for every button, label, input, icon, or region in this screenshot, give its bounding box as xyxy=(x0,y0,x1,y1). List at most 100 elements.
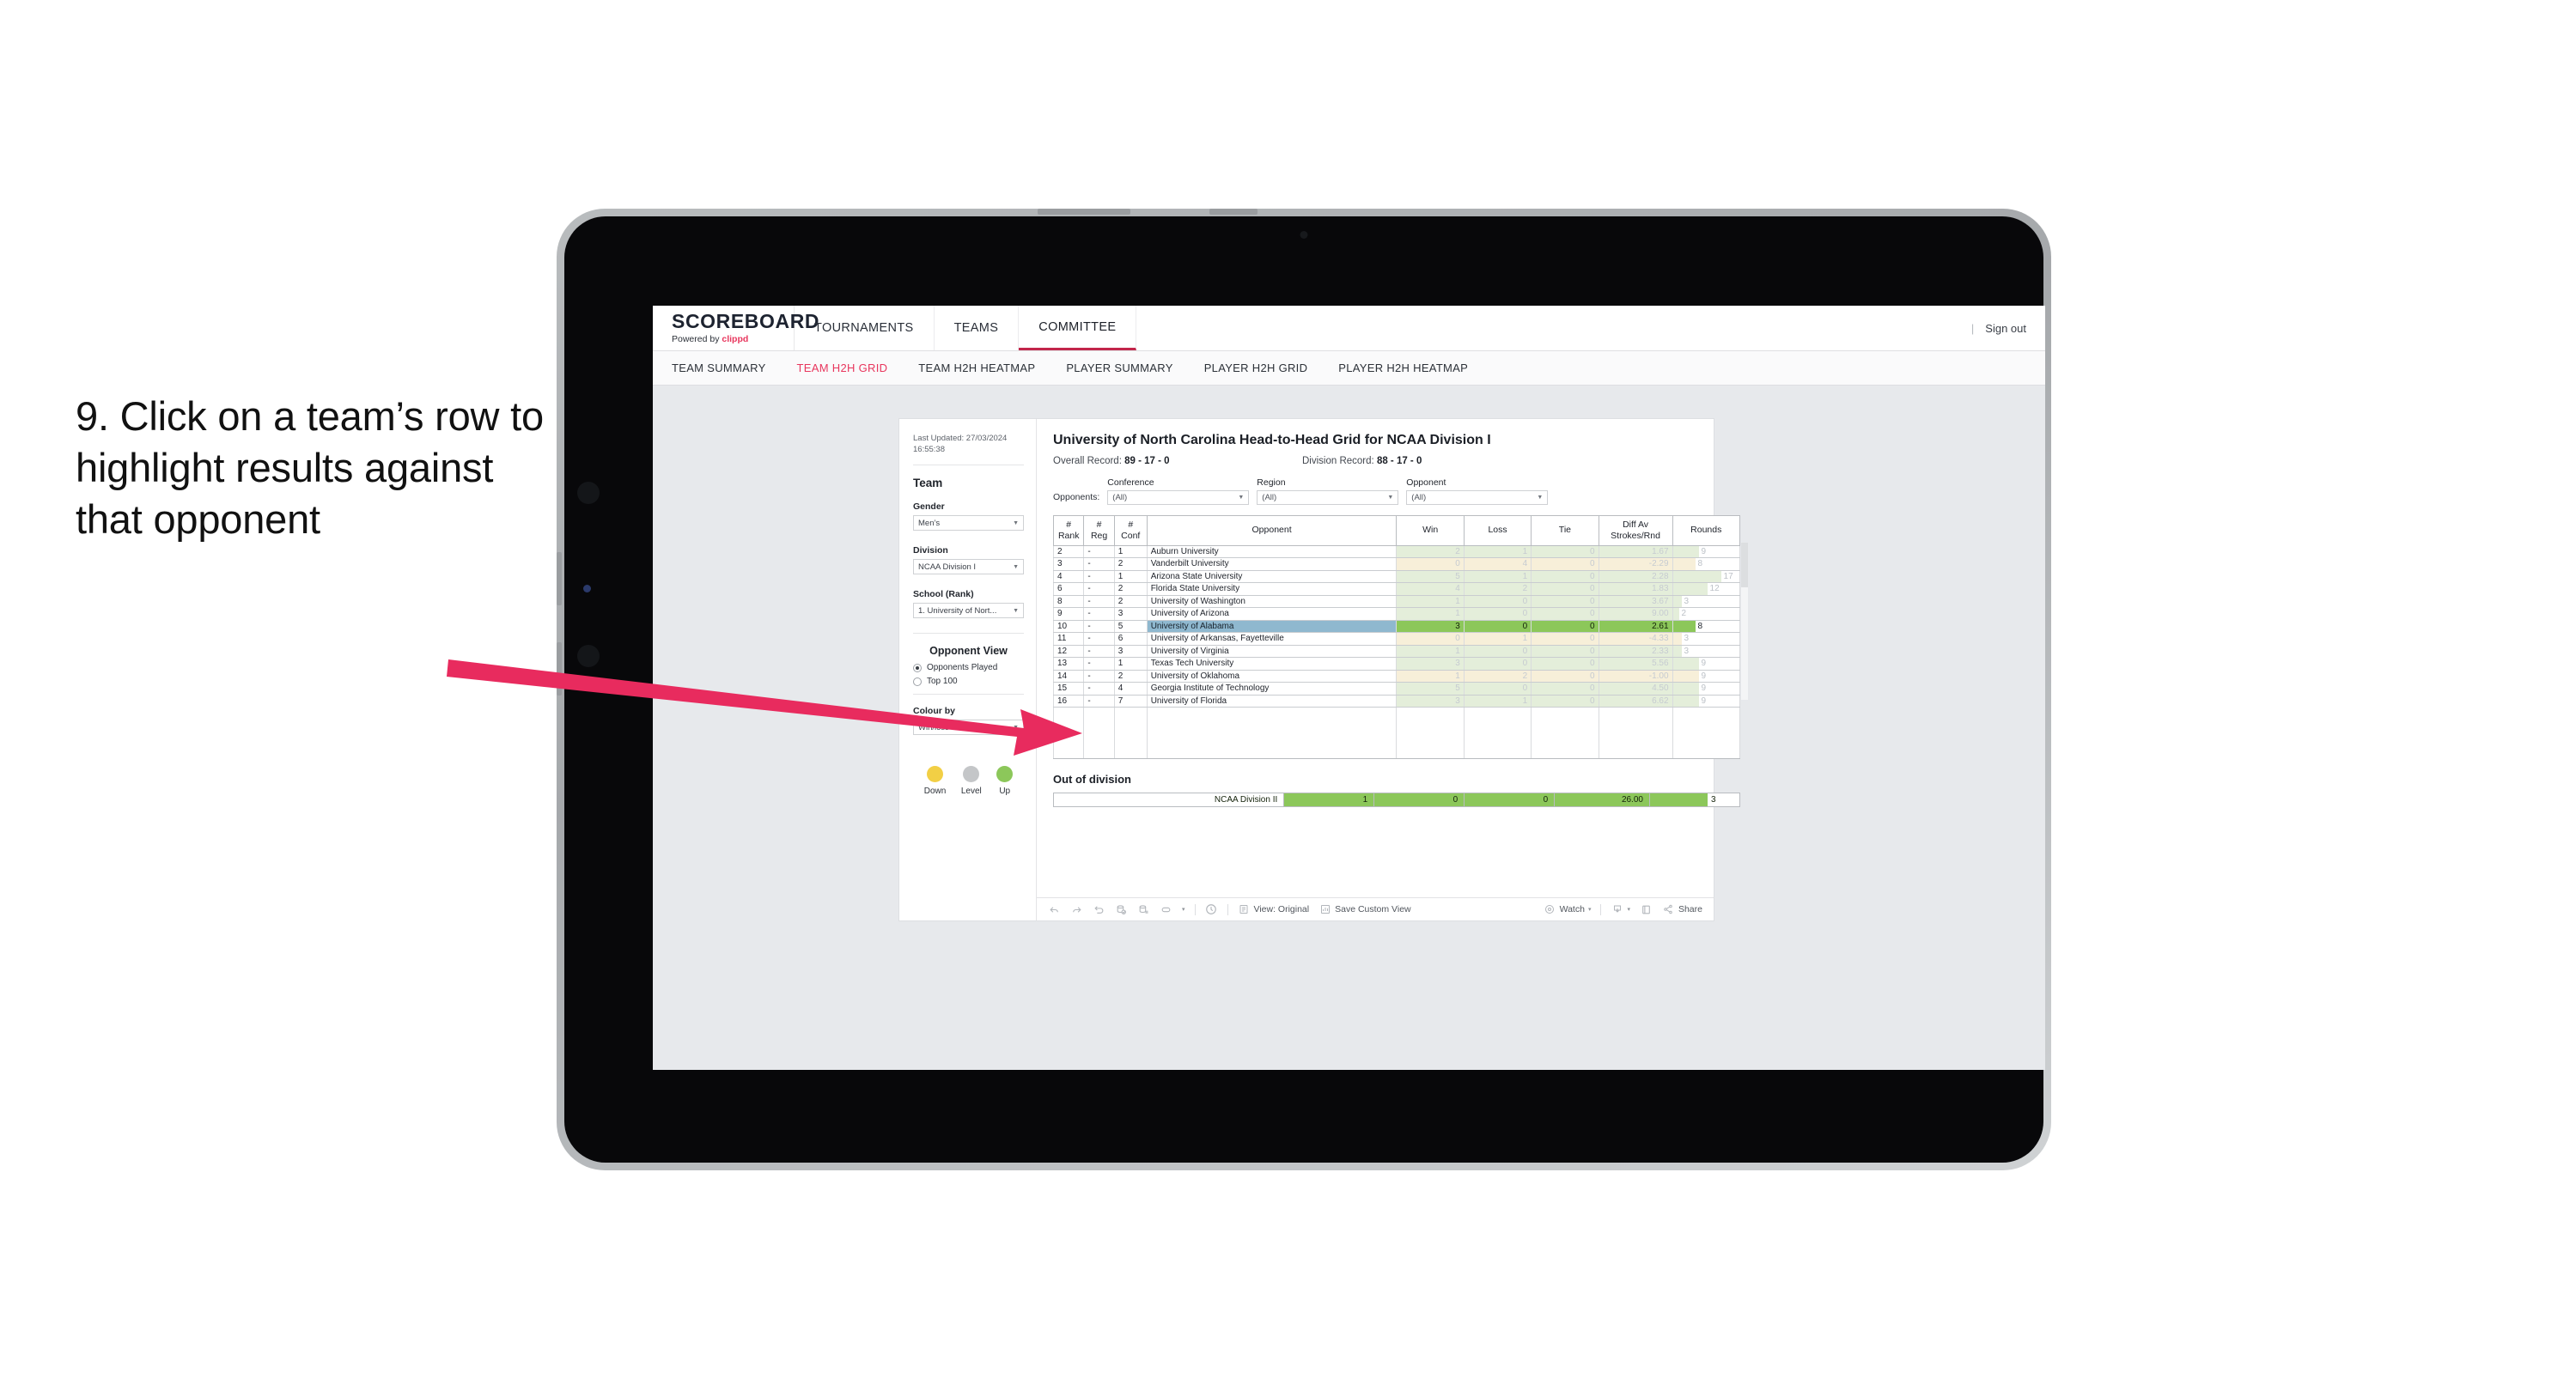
undo-icon[interactable] xyxy=(1048,903,1061,916)
topbar-right-group: | Sign out xyxy=(1971,306,2045,350)
school-select[interactable]: 1. University of Nort... ▼ xyxy=(913,603,1024,619)
subnav-item-player-h2h-heatmap[interactable]: PLAYER H2H HEATMAP xyxy=(1338,361,1488,374)
pause-auto-update-icon[interactable] xyxy=(1205,903,1218,916)
nav-item-committee[interactable]: COMMITTEE xyxy=(1019,306,1137,350)
table-empty-cell xyxy=(1531,707,1599,720)
nav-item-teams[interactable]: TEAMS xyxy=(935,306,1020,350)
subnav-item-team-h2h-heatmap[interactable]: TEAM H2H HEATMAP xyxy=(918,361,1055,374)
pause-data-icon[interactable] xyxy=(1137,903,1150,916)
chevron-down-icon: ▼ xyxy=(1537,495,1544,501)
cell-reg: - xyxy=(1083,557,1115,571)
table-empty-cell xyxy=(1531,745,1599,760)
legend-label-level: Level xyxy=(960,787,982,797)
division-select[interactable]: NCAA Division I ▼ xyxy=(913,559,1024,575)
out-of-division-row[interactable]: NCAA Division II 1 0 0 26.00 3 xyxy=(1052,793,1741,808)
table-row[interactable]: 11-6 University of Arkansas, Fayetteville… xyxy=(1052,632,1741,646)
table-empty-cell xyxy=(1598,745,1673,760)
topbar-separator: | xyxy=(1970,321,1975,335)
cell-rounds: 8 xyxy=(1672,620,1741,634)
table-empty-cell xyxy=(1463,732,1532,746)
chevron-down-icon[interactable]: ▾ xyxy=(1182,906,1185,913)
save-view-icon xyxy=(1318,903,1331,916)
sign-out-link[interactable]: Sign out xyxy=(1985,322,2026,335)
cell-rank: 12 xyxy=(1052,645,1085,659)
cell-reg: - xyxy=(1083,695,1115,708)
share-button[interactable]: Share xyxy=(1662,903,1702,916)
cell-rounds: 3 xyxy=(1672,645,1741,659)
cell-rounds: 12 xyxy=(1672,582,1741,596)
cell-tie: 0 xyxy=(1531,682,1599,696)
table-row[interactable]: 14-2 University of Oklahoma 1 2 0 -1.00 9 xyxy=(1052,670,1741,683)
cell-opponent: University of Alabama xyxy=(1146,620,1398,634)
cell-conf: 1 xyxy=(1113,570,1148,584)
subnav-item-team-summary[interactable]: TEAM SUMMARY xyxy=(672,361,786,374)
table-empty-cell xyxy=(1113,720,1148,733)
head-to-head-table: # Rank # Reg # Conf Opponent Win Loss Tie D… xyxy=(1052,515,1741,760)
cell-reg: - xyxy=(1083,620,1115,634)
gender-label: Gender xyxy=(913,501,945,513)
cell-conf: 5 xyxy=(1113,620,1148,634)
rounds-value: 9 xyxy=(1701,671,1707,681)
view-original-button[interactable]: View: Original xyxy=(1238,903,1309,916)
table-row[interactable]: 12-3 University of Virginia 1 0 0 2.33 3 xyxy=(1052,645,1741,659)
cell-diff: 1.83 xyxy=(1598,582,1673,596)
conf-hash: # xyxy=(1128,519,1134,530)
table-scrollbar[interactable] xyxy=(1741,543,1748,700)
region-filter-select[interactable]: (All) ▼ xyxy=(1257,490,1399,505)
subnav-item-team-h2h-grid[interactable]: TEAM H2H GRID xyxy=(797,361,908,374)
cell-rounds: 3 xyxy=(1672,632,1741,646)
cell-tie: 0 xyxy=(1531,544,1599,559)
cell-rank: 14 xyxy=(1052,670,1085,683)
table-row[interactable]: 9-3 University of Arizona 1 0 0 9.00 2 xyxy=(1052,607,1741,621)
table-empty-cell xyxy=(1463,745,1532,760)
nav-item-tournaments[interactable]: TOURNAMENTS xyxy=(795,306,935,350)
table-header-row: # Rank # Reg # Conf Opponent Win Loss Tie D… xyxy=(1052,515,1741,546)
radio-opponents-played[interactable]: Opponents Played xyxy=(913,663,1024,672)
subnav-item-player-h2h-grid[interactable]: PLAYER H2H GRID xyxy=(1204,361,1328,374)
cell-loss: 1 xyxy=(1463,570,1532,584)
rounds-value: 17 xyxy=(1723,571,1733,581)
ood-rounds-value: 3 xyxy=(1710,795,1716,805)
table-row[interactable]: 4-1 Arizona State University 5 1 0 2.28 17 xyxy=(1052,570,1741,584)
table-empty-cell xyxy=(1598,720,1673,733)
cell-win: 5 xyxy=(1396,570,1465,584)
conference-filter-select[interactable]: (All) ▼ xyxy=(1107,490,1250,505)
download-button[interactable]: ▾ xyxy=(1611,903,1630,916)
cell-conf: 3 xyxy=(1113,645,1148,659)
colour-by-select[interactable]: Win/loss ▼ xyxy=(913,720,1024,736)
save-custom-view-button[interactable]: Save Custom View xyxy=(1318,903,1411,916)
redo-icon[interactable] xyxy=(1070,903,1083,916)
table-row[interactable]: 10-5 University of Alabama 3 0 0 2.61 8 xyxy=(1052,620,1741,634)
refresh-data-icon[interactable] xyxy=(1115,903,1128,916)
rounds-bar xyxy=(1673,620,1696,632)
table-row[interactable]: 15-4 Georgia Institute of Technology 5 0 0 4.… xyxy=(1052,682,1741,696)
cell-loss: 0 xyxy=(1463,620,1532,634)
subnav-item-player-summary[interactable]: PLAYER SUMMARY xyxy=(1066,361,1192,374)
table-scrollbar-thumb[interactable] xyxy=(1741,543,1748,587)
sidebar-divider-3 xyxy=(913,694,1024,696)
fullscreen-icon[interactable] xyxy=(1640,903,1653,916)
radio-top-100[interactable]: Top 100 xyxy=(913,677,1024,686)
page-title: University of North Carolina Head-to-Hea… xyxy=(1053,433,1491,447)
brand-logo[interactable]: SCOREBOARD Powered by clippd xyxy=(653,306,819,350)
rounds-bar xyxy=(1673,558,1696,570)
share-label: Share xyxy=(1678,904,1702,914)
table-empty-row xyxy=(1052,732,1741,746)
table-row[interactable]: 3-2 Vanderbilt University 0 4 0 -2.29 8 xyxy=(1052,557,1741,571)
table-row[interactable]: 16-7 University of Florida 3 1 0 6.62 9 xyxy=(1052,695,1741,708)
cell-rank: 10 xyxy=(1052,620,1085,634)
table-row[interactable]: 6-2 Florida State University 4 2 0 1.83 12 xyxy=(1052,582,1741,596)
toolbar-divider-2 xyxy=(1227,903,1228,915)
cell-reg: - xyxy=(1083,595,1115,609)
table-row[interactable]: 8-2 University of Washington 1 0 0 3.67 3 xyxy=(1052,595,1741,609)
table-row[interactable]: 13-1 Texas Tech University 3 0 0 5.56 9 xyxy=(1052,657,1741,671)
revert-icon[interactable] xyxy=(1093,903,1105,916)
gender-select[interactable]: Men’s ▼ xyxy=(913,515,1024,532)
pan-icon[interactable] xyxy=(1160,903,1172,916)
table-empty-cell xyxy=(1113,707,1148,720)
opponent-filter-select[interactable]: (All) ▼ xyxy=(1406,490,1549,505)
division-value: NCAA Division I xyxy=(918,562,977,572)
watch-button[interactable]: Watch ▾ xyxy=(1544,903,1591,916)
table-row[interactable]: 2-1 Auburn University 2 1 0 1.67 9 xyxy=(1052,544,1741,559)
col-header-win: Win xyxy=(1396,515,1465,546)
